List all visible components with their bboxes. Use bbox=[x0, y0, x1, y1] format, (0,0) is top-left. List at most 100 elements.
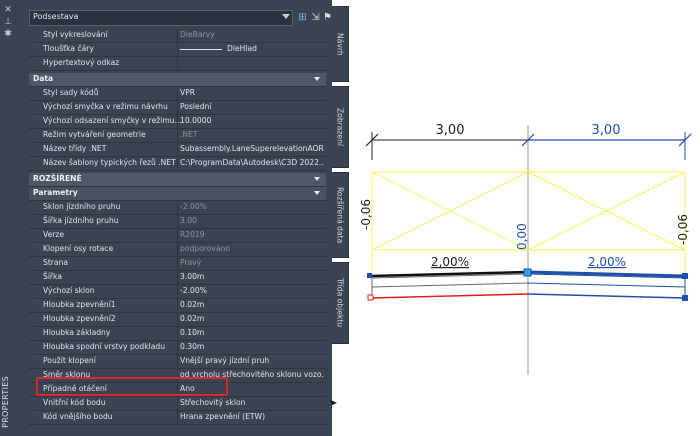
palette-strip: ✕ ⊥ ✱ PROPERTIES bbox=[0, 0, 17, 436]
property-name: Výchozí sklon bbox=[43, 286, 95, 295]
column-divider bbox=[177, 243, 178, 256]
left-offset-label: -0,06 bbox=[359, 199, 373, 230]
property-row[interactable]: Tloušťka čáry DleHlad bbox=[29, 43, 326, 57]
property-name: Styl vykreslování bbox=[43, 30, 108, 39]
property-name: Sklon jízdního pruhu bbox=[43, 202, 121, 211]
property-value[interactable]: 0.02m bbox=[180, 300, 324, 309]
property-name: Vnitřní kód bodu bbox=[43, 398, 106, 407]
property-name: Výchozí odsazení smyčky v režimu... bbox=[43, 116, 182, 125]
grip-left[interactable] bbox=[367, 273, 372, 278]
tab-design[interactable]: Návrh bbox=[332, 6, 349, 82]
property-value[interactable]: Vnější pravý jízdní pruh bbox=[180, 356, 324, 365]
lineweight-swatch bbox=[180, 49, 222, 50]
slope-right-label: 2,00% bbox=[588, 255, 626, 269]
property-name: Hloubka zpevnění1 bbox=[43, 300, 116, 309]
property-row[interactable]: Výchozí odsazení smyčky v režimu... 10.00… bbox=[29, 115, 326, 129]
tab-display[interactable]: Zobrazení bbox=[332, 86, 349, 168]
object-selector[interactable]: Podsestava bbox=[29, 10, 293, 26]
column-divider bbox=[177, 327, 178, 340]
property-value: .NET bbox=[180, 130, 198, 139]
property-row[interactable]: Strana Pravý bbox=[29, 257, 326, 271]
property-value[interactable]: 0.10m bbox=[180, 328, 324, 337]
property-row[interactable]: Hloubka spodní vrstvy podkladu 0.30m bbox=[29, 341, 326, 355]
property-value[interactable]: 10.0000 bbox=[180, 116, 324, 125]
column-divider bbox=[177, 29, 178, 42]
property-row[interactable]: Kód vnějšího bodu Hrana zpevnění (ETW) bbox=[29, 411, 326, 425]
property-name: Hloubka spodní vrstvy podkladu bbox=[43, 342, 166, 351]
chevron-down-icon[interactable] bbox=[314, 77, 320, 81]
category-extended[interactable]: ROZŠÍŘENÉ bbox=[29, 173, 326, 187]
chevron-down-icon[interactable] bbox=[314, 191, 320, 195]
property-value[interactable]: -2.00% bbox=[180, 286, 324, 295]
property-row[interactable]: Verze R2019 bbox=[29, 229, 326, 243]
grip-right-bottom[interactable] bbox=[682, 295, 688, 301]
property-row[interactable]: Název šablony typických řezů .NET C:\Prog… bbox=[29, 157, 326, 171]
column-divider bbox=[177, 285, 178, 298]
property-grid: Styl vykreslování DleBarvy Tloušťka čáry Dl… bbox=[29, 29, 326, 436]
dim-right-label: 3,00 bbox=[592, 123, 621, 138]
toggle-pickadd-icon[interactable]: ⊞ bbox=[296, 11, 309, 24]
dim-left-label: 3,00 bbox=[436, 123, 465, 138]
property-row[interactable]: Použít klopení Vnější pravý jízdní pruh bbox=[29, 355, 326, 369]
property-row[interactable]: Název třídy .NET Subassembly.LaneSuperele… bbox=[29, 143, 326, 157]
chevron-down-icon[interactable] bbox=[314, 177, 320, 181]
property-value: R2019 bbox=[180, 230, 205, 239]
column-divider bbox=[177, 341, 178, 354]
property-row[interactable]: Výchozí sklon -2.00% bbox=[29, 285, 326, 299]
property-value: 3.00 bbox=[180, 216, 197, 225]
property-row[interactable]: Vnitřní kód bodu Střechovitý sklon bbox=[29, 397, 326, 411]
property-value: podporováno bbox=[180, 244, 230, 253]
property-row[interactable]: Hloubka zpevnění2 0.02m bbox=[29, 313, 326, 327]
category-parameters[interactable]: Parametry bbox=[29, 187, 326, 201]
chevron-down-icon[interactable] bbox=[282, 14, 290, 19]
property-value[interactable]: Střechovitý sklon bbox=[180, 398, 324, 407]
category-extended-label: ROZŠÍŘENÉ bbox=[33, 174, 82, 183]
pin-icon[interactable]: ⊥ bbox=[2, 16, 14, 28]
property-value[interactable]: 3.00m bbox=[180, 272, 324, 281]
property-row[interactable]: Styl sady kódů VPR bbox=[29, 87, 326, 101]
property-value[interactable]: 0.02m bbox=[180, 314, 324, 323]
property-row[interactable]: Hloubka základny 0.10m bbox=[29, 327, 326, 341]
property-row[interactable]: Režim vytváření geometrie .NET bbox=[29, 129, 326, 143]
property-name: Šířka bbox=[43, 272, 62, 281]
column-divider bbox=[177, 87, 178, 100]
property-row[interactable]: Klopení osy rotace podporováno bbox=[29, 243, 326, 257]
grip-left-bottom[interactable] bbox=[367, 294, 374, 301]
property-value[interactable]: C:\ProgramData\Autodesk\C3D 2022... bbox=[180, 158, 324, 167]
property-row[interactable]: Hloubka zpevnění1 0.02m bbox=[29, 299, 326, 313]
property-row[interactable]: Styl vykreslování DleBarvy bbox=[29, 29, 326, 43]
column-divider bbox=[177, 157, 178, 170]
settings-icon[interactable]: ✱ bbox=[2, 28, 14, 40]
tab-object-class[interactable]: Třída objektu bbox=[332, 262, 349, 344]
pavement-left-subbase bbox=[371, 293, 529, 299]
property-row[interactable]: Šířka jízdního pruhu 3.00 bbox=[29, 215, 326, 229]
property-value[interactable]: VPR bbox=[180, 88, 324, 97]
property-value[interactable]: Subassembly.LaneSuperelevationAOR bbox=[180, 144, 324, 153]
tab-extended-data[interactable]: Rozšířená data bbox=[332, 172, 349, 258]
category-data[interactable]: Data bbox=[29, 73, 326, 87]
properties-panel: Podsestava ⊞ ⇲ ⚑ Styl vykreslování DleBar… bbox=[16, 0, 332, 436]
property-row[interactable]: Výchozí smyčka v režimu návrhu Poslední bbox=[29, 101, 326, 115]
property-row[interactable]: Sklon jízdního pruhu -2.00% bbox=[29, 201, 326, 215]
property-value: Pravý bbox=[180, 258, 202, 267]
property-name: Verze bbox=[43, 230, 65, 239]
column-divider bbox=[177, 271, 178, 284]
property-value[interactable]: 0.30m bbox=[180, 342, 324, 351]
pavement-right-surface[interactable] bbox=[527, 270, 686, 278]
property-value[interactable]: Hrana zpevnění (ETW) bbox=[180, 412, 324, 421]
property-name: Název třídy .NET bbox=[43, 144, 107, 153]
column-divider bbox=[177, 313, 178, 326]
category-data-label: Data bbox=[33, 74, 54, 83]
slope-left-label: 2,00% bbox=[431, 255, 469, 269]
close-icon[interactable]: ✕ bbox=[2, 4, 14, 16]
grip-center[interactable] bbox=[523, 268, 532, 277]
property-row[interactable]: Šířka 3.00m bbox=[29, 271, 326, 285]
property-row[interactable]: Hypertextový odkaz bbox=[29, 57, 326, 71]
grip-right[interactable] bbox=[682, 273, 688, 279]
property-name: Styl sady kódů bbox=[43, 88, 99, 97]
property-name: Hloubka zpevnění2 bbox=[43, 314, 116, 323]
property-value[interactable]: Poslední bbox=[180, 102, 324, 111]
property-name: Strana bbox=[43, 258, 69, 267]
column-divider bbox=[177, 201, 178, 214]
column-divider bbox=[177, 57, 178, 70]
